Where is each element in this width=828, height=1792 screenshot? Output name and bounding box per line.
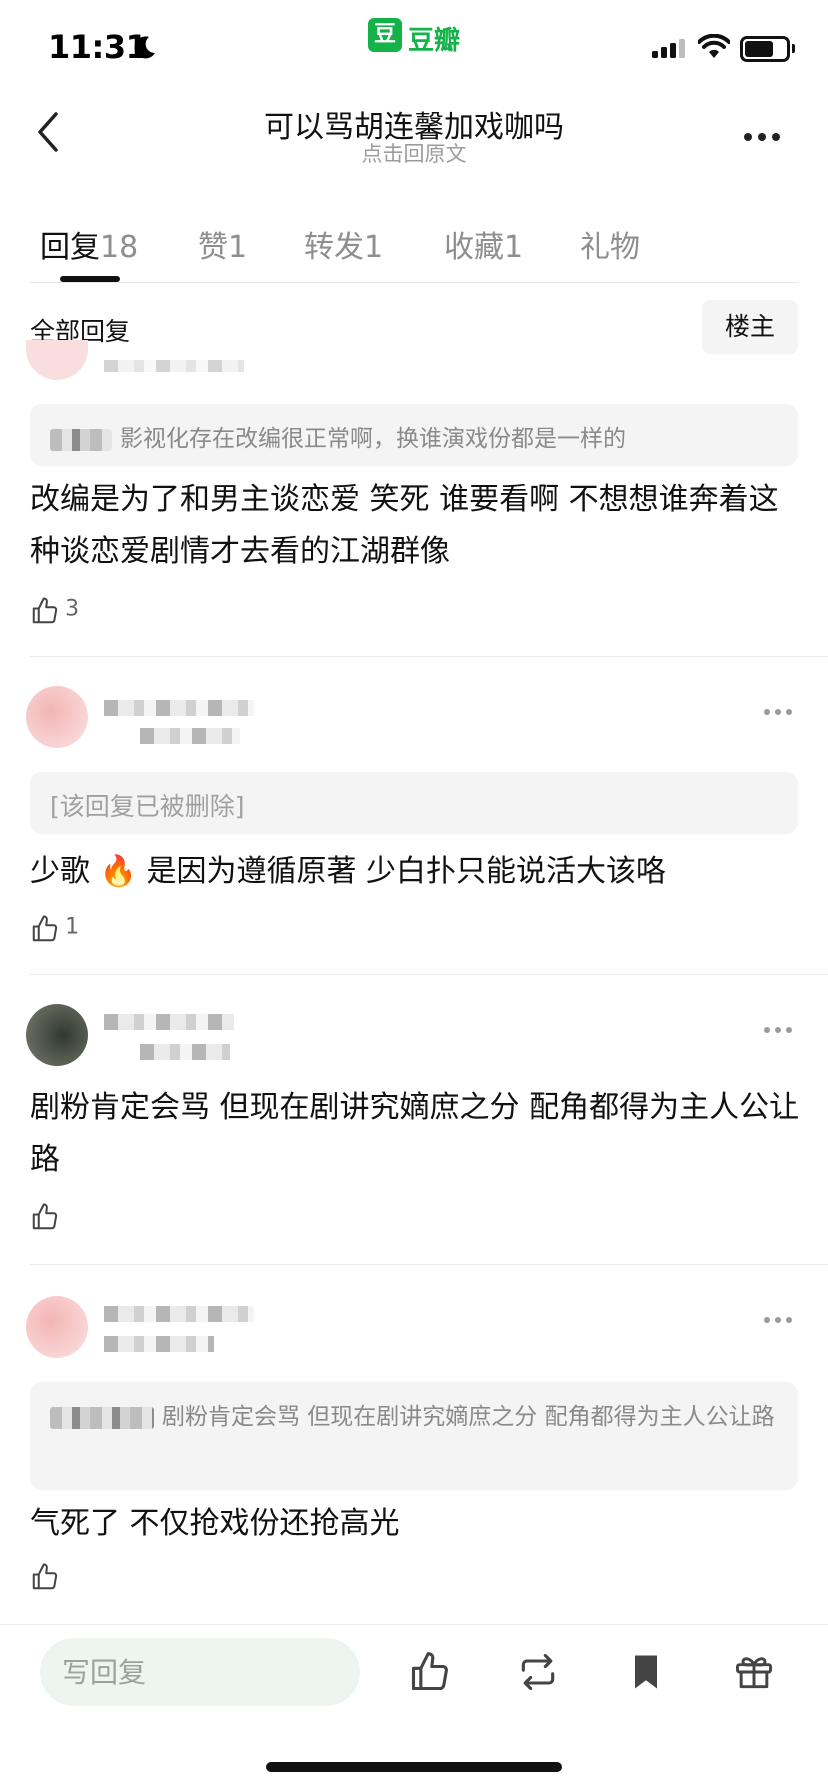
comment-text-part: 是因为遵循原著 少白扑只能说活大该咯 <box>146 854 666 889</box>
user-meta-blurred <box>104 1336 214 1352</box>
avatar[interactable] <box>26 1004 88 1066</box>
more-options-icon[interactable] <box>744 126 786 145</box>
quoted-reply-text: 影视化存在改编很正常啊，换谁演戏份都是一样的 <box>120 426 626 452</box>
comment-more-icon[interactable] <box>764 1018 797 1037</box>
username-blurred <box>104 1014 234 1030</box>
moon-icon <box>134 36 155 59</box>
tab-reposts-label: 转发 <box>304 230 364 265</box>
repost-icon[interactable] <box>516 1650 560 1694</box>
quoted-reply[interactable]: 影视化存在改编很正常啊，换谁演戏份都是一样的 <box>30 404 798 466</box>
quoted-reply-text: 剧粉肯定会骂 但现在剧讲究嫡庶之分 配角都得为主人公让路 <box>162 1404 775 1430</box>
wifi-icon <box>698 34 730 58</box>
tab-likes[interactable]: 赞1 <box>198 222 247 266</box>
reply-input[interactable] <box>40 1638 360 1706</box>
comment-more-icon[interactable] <box>764 700 797 719</box>
like-count: 1 <box>65 914 80 940</box>
tab-collections[interactable]: 收藏1 <box>444 222 523 266</box>
like-post-icon[interactable] <box>408 1650 452 1694</box>
comment-divider <box>30 974 828 975</box>
username-blurred <box>104 700 254 716</box>
comment-text-part: 少歌 <box>30 854 90 889</box>
user-meta-blurred <box>140 1044 230 1060</box>
avatar[interactable] <box>26 686 88 748</box>
avatar[interactable] <box>26 340 88 380</box>
thumbs-up-icon <box>32 1563 58 1590</box>
tab-reposts-count: 1 <box>364 230 384 265</box>
thumbs-up-icon <box>32 915 58 942</box>
thumbs-up-icon <box>32 597 58 624</box>
tab-reposts[interactable]: 转发1 <box>304 222 383 266</box>
home-indicator <box>266 1762 562 1772</box>
tabs-divider <box>30 282 798 283</box>
quoted-reply-text: [该回复已被删除] <box>50 792 245 821</box>
tab-collections-label: 收藏 <box>444 230 504 265</box>
thumbs-up-icon <box>32 1203 58 1230</box>
comment-text: 气死了 不仅抢戏份还抢高光 <box>30 1506 400 1541</box>
fire-emoji: 🔥 <box>99 854 137 889</box>
cellular-signal-icon <box>652 39 685 58</box>
gift-icon[interactable] <box>732 1650 776 1694</box>
comment-more-icon[interactable] <box>764 1308 797 1327</box>
tab-replies[interactable]: 回复18 <box>40 222 138 266</box>
tab-gifts[interactable]: 礼物 <box>580 222 640 266</box>
bottom-bar-divider <box>0 1624 828 1625</box>
tab-likes-label: 赞 <box>198 230 228 265</box>
tab-gifts-label: 礼物 <box>580 230 640 265</box>
back-to-original-link[interactable]: 点击回原文 <box>0 138 828 168</box>
like-button[interactable] <box>30 1202 60 1232</box>
tab-replies-count: 18 <box>100 230 139 265</box>
avatar[interactable] <box>26 1296 88 1358</box>
comment-divider <box>30 1264 828 1265</box>
op-only-button[interactable]: 楼主 <box>702 300 798 354</box>
like-button[interactable]: 1 <box>30 914 79 944</box>
quoted-username-blurred <box>50 428 112 451</box>
douban-logo-icon: 豆 <box>368 18 402 52</box>
comment-text: 剧粉肯定会骂 但现在剧讲究嫡庶之分 配角都得为主人公让路 <box>30 1090 800 1177</box>
quoted-username-blurred <box>50 1406 154 1429</box>
tab-likes-count: 1 <box>228 230 248 265</box>
username-blurred <box>104 1306 254 1322</box>
bookmark-icon[interactable] <box>624 1650 668 1694</box>
comment-divider <box>30 656 828 657</box>
comment-text: 改编是为了和男主谈恋爱 笑死 谁要看啊 不想想谁奔着这种谈恋爱剧情才去看的江湖群… <box>30 482 779 569</box>
battery-icon <box>740 36 795 62</box>
like-button[interactable]: 3 <box>30 596 79 626</box>
tab-replies-label: 回复 <box>40 230 100 265</box>
quoted-reply[interactable]: [该回复已被删除] <box>30 772 798 834</box>
tab-collections-count: 1 <box>504 230 524 265</box>
like-count: 3 <box>65 596 80 622</box>
user-meta-blurred <box>140 728 240 744</box>
comment-text: 少歌 🔥 是因为遵循原著 少白扑只能说活大该咯 <box>30 846 800 898</box>
quoted-reply[interactable]: 剧粉肯定会骂 但现在剧讲究嫡庶之分 配角都得为主人公让路 <box>30 1382 798 1490</box>
like-button[interactable] <box>30 1562 60 1592</box>
user-meta-blurred <box>104 360 244 372</box>
app-name: 豆瓣 <box>408 26 461 56</box>
